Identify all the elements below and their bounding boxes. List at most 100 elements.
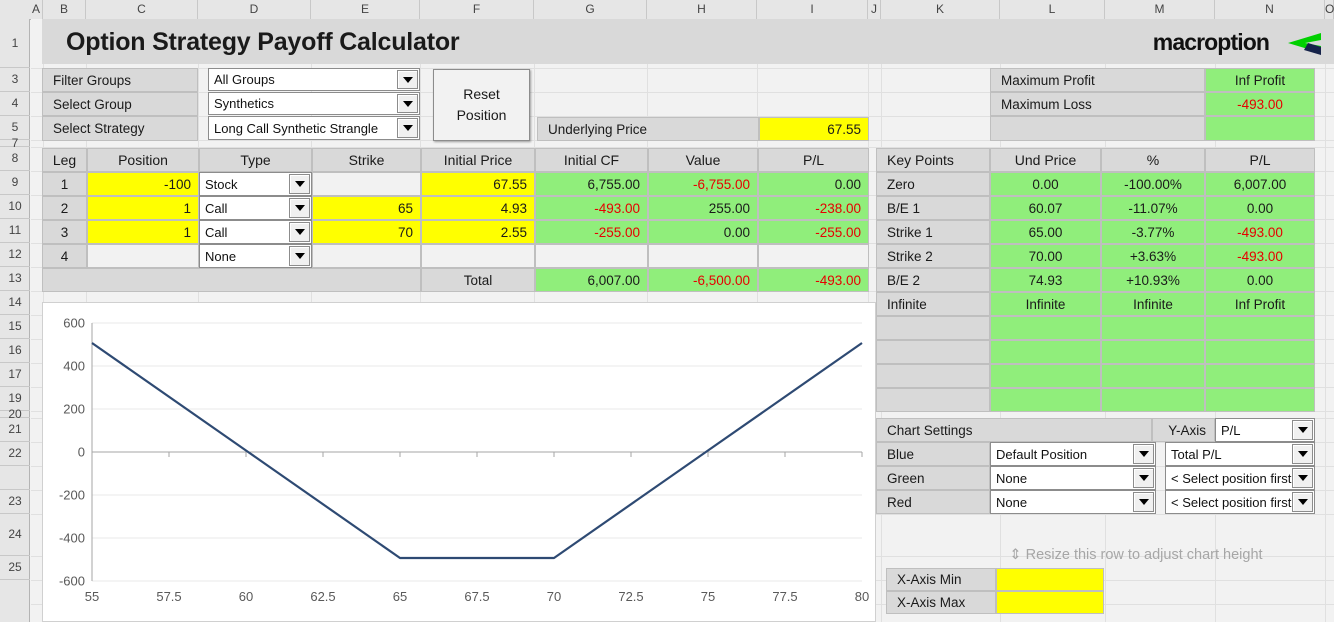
row-header-20[interactable]: 20 — [0, 408, 30, 420]
chevron-down-icon[interactable] — [1133, 492, 1154, 512]
leg-initial-price-input[interactable]: 67.55 — [421, 172, 535, 196]
row-header-3[interactable]: 3 — [0, 68, 30, 92]
row-header-4[interactable]: 4 — [0, 92, 30, 116]
row-header-23[interactable]: 23 — [0, 490, 30, 514]
chevron-down-icon[interactable] — [1292, 444, 1313, 464]
leg-pl — [758, 244, 869, 268]
column-header-o[interactable]: O — [1325, 0, 1334, 19]
column-header-a[interactable]: A — [30, 0, 43, 19]
row-header-17[interactable]: 17 — [0, 363, 30, 387]
x-axis-max-input[interactable] — [996, 591, 1104, 614]
chevron-down-icon[interactable] — [397, 94, 418, 113]
leg-position-input[interactable]: -100 — [87, 172, 199, 196]
leg-pl: -255.00 — [758, 220, 869, 244]
key-points-header-und-price: Und Price — [990, 148, 1101, 172]
chart-xtick-label: 62.5 — [310, 589, 335, 604]
row-header-11[interactable]: 11 — [0, 219, 30, 243]
chart-xtick-label: 72.5 — [618, 589, 643, 604]
column-header-f[interactable]: F — [420, 0, 534, 19]
column-header-l[interactable]: L — [1000, 0, 1105, 19]
key-points-header-key-points: Key Points — [876, 148, 990, 172]
chart-position-dropdown-blue[interactable]: Default Position — [990, 442, 1156, 466]
chart-series-dropdown-red[interactable]: < Select position first — [1165, 490, 1315, 514]
column-header-e[interactable]: E — [311, 0, 420, 19]
key-point-pct — [1101, 340, 1205, 364]
row-header-13[interactable]: 13 — [0, 267, 30, 291]
row-header-15[interactable]: 15 — [0, 315, 30, 339]
column-header-i[interactable]: I — [757, 0, 868, 19]
leg-number: 3 — [42, 220, 87, 244]
key-point-pct: Infinite — [1101, 292, 1205, 316]
column-header-b[interactable]: B — [43, 0, 86, 19]
chevron-down-icon[interactable] — [289, 246, 310, 266]
y-axis-dropdown[interactable]: P/L — [1215, 418, 1315, 442]
chevron-down-icon[interactable] — [289, 198, 310, 218]
chart-position-dropdown-green[interactable]: None — [990, 466, 1156, 490]
chevron-down-icon[interactable] — [1292, 468, 1313, 488]
reset-position-button[interactable]: Reset Position — [433, 69, 530, 141]
leg-strike-input[interactable]: 65 — [312, 196, 421, 220]
select-strategy-dropdown[interactable]: Long Call Synthetic Strangle — [208, 116, 420, 140]
key-point-und-price: 65.00 — [990, 220, 1101, 244]
leg-position-input[interactable]: 1 — [87, 196, 199, 220]
chevron-down-icon[interactable] — [289, 174, 310, 194]
row-header-8[interactable]: 8 — [0, 147, 30, 171]
chart-xtick-label: 77.5 — [772, 589, 797, 604]
row-header-21[interactable]: 21 — [0, 418, 30, 442]
key-point-pct — [1101, 388, 1205, 412]
legs-header-type: Type — [199, 148, 312, 172]
column-header-k[interactable]: K — [881, 0, 1000, 19]
row-header-16[interactable]: 16 — [0, 339, 30, 363]
payoff-chart-svg: 600 400 200 0 -200 -400 -60055 57.5 60 62.5 65 67.5… — [59, 316, 869, 605]
underlying-price-input[interactable]: 67.55 — [759, 117, 869, 141]
chart-ytick-label: 200 — [63, 402, 85, 417]
chart-series-dropdown-green[interactable]: < Select position first — [1165, 466, 1315, 490]
row-header-blank[interactable] — [0, 466, 30, 490]
row-header-25[interactable]: 25 — [0, 556, 30, 580]
leg-position-input[interactable]: 1 — [87, 220, 199, 244]
chevron-down-icon[interactable] — [1133, 468, 1154, 488]
chart-position-dropdown-green-value: None — [996, 470, 1028, 486]
chevron-down-icon[interactable] — [1292, 420, 1313, 440]
row-header-22[interactable]: 22 — [0, 442, 30, 466]
column-header-h[interactable]: H — [647, 0, 757, 19]
column-header-g[interactable]: G — [534, 0, 647, 19]
chart-position-dropdown-red[interactable]: None — [990, 490, 1156, 514]
leg-initial-price-input[interactable]: 2.55 — [421, 220, 535, 244]
column-header-d[interactable]: D — [198, 0, 311, 19]
chevron-down-icon[interactable] — [1292, 492, 1313, 512]
column-header-c[interactable]: C — [86, 0, 198, 19]
chevron-down-icon[interactable] — [397, 70, 418, 89]
leg-type-dropdown[interactable]: Stock — [199, 172, 312, 196]
select-group-dropdown[interactable]: Synthetics — [208, 92, 420, 115]
row-header-24[interactable]: 24 — [0, 514, 30, 556]
chevron-down-icon[interactable] — [1133, 444, 1154, 464]
legs-header-initial-price: Initial Price — [421, 148, 535, 172]
chevron-down-icon[interactable] — [289, 222, 310, 242]
chart-series-dropdown-blue[interactable]: Total P/L — [1165, 442, 1315, 466]
row-header-10[interactable]: 10 — [0, 195, 30, 219]
chart-ytick-label: 600 — [63, 316, 85, 331]
column-header-n[interactable]: N — [1215, 0, 1325, 19]
leg-type-dropdown[interactable]: None — [199, 244, 312, 268]
leg-initial-price-input[interactable]: 4.93 — [421, 196, 535, 220]
row-header-7[interactable]: 7 — [0, 137, 30, 149]
leg-type-dropdown[interactable]: Call — [199, 220, 312, 244]
key-point-name — [876, 316, 990, 340]
x-axis-min-input[interactable] — [996, 568, 1104, 591]
key-point-name — [876, 388, 990, 412]
row-header-14[interactable]: 14 — [0, 291, 30, 315]
leg-position-input[interactable] — [87, 244, 199, 268]
row-header-12[interactable]: 12 — [0, 243, 30, 267]
column-header-m[interactable]: M — [1105, 0, 1215, 19]
row-header-9[interactable]: 9 — [0, 171, 30, 195]
leg-initial-price-input[interactable] — [421, 244, 535, 268]
filter-groups-label: Filter Groups — [42, 68, 198, 92]
chevron-down-icon[interactable] — [397, 118, 418, 138]
leg-type-dropdown[interactable]: Call — [199, 196, 312, 220]
leg-initial-cf: -493.00 — [535, 196, 648, 220]
filter-groups-dropdown[interactable]: All Groups — [208, 68, 420, 91]
row-header-1[interactable]: 1 — [0, 19, 30, 68]
leg-strike-input[interactable]: 70 — [312, 220, 421, 244]
column-header-j[interactable]: J — [868, 0, 881, 19]
